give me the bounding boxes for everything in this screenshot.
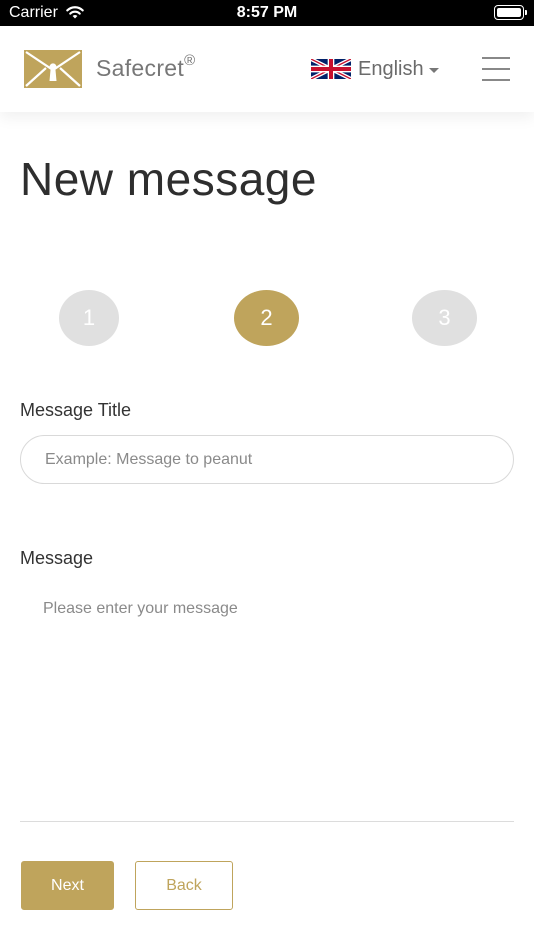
message-textarea[interactable] [20,590,514,822]
uk-flag-icon [311,59,351,79]
language-label: English [358,57,424,80]
battery-icon [494,5,527,20]
step-1-indicator: 1 [59,290,119,346]
caret-down-icon [428,67,439,73]
next-button[interactable]: Next [21,861,114,910]
page-title: New message [20,153,317,205]
envelope-logo-icon[interactable] [24,50,82,88]
clock: 8:57 PM [236,4,298,21]
step-2-indicator-active: 2 [234,290,299,346]
hamburger-menu-icon[interactable] [482,57,510,81]
status-bar: Carrier 8:57 PM [0,0,534,26]
message-title-label: Message Title [20,400,132,420]
step-3-indicator: 3 [412,290,477,346]
message-label: Message [20,548,94,568]
registered-mark: ® [184,52,196,69]
brand-name[interactable]: Safecret® [96,52,196,82]
message-title-input[interactable] [20,435,514,484]
back-button[interactable]: Back [135,861,233,910]
language-selector[interactable]: English [311,58,439,80]
app-header: Safecret® English [0,26,534,112]
brand-text: Safecret [96,55,185,81]
